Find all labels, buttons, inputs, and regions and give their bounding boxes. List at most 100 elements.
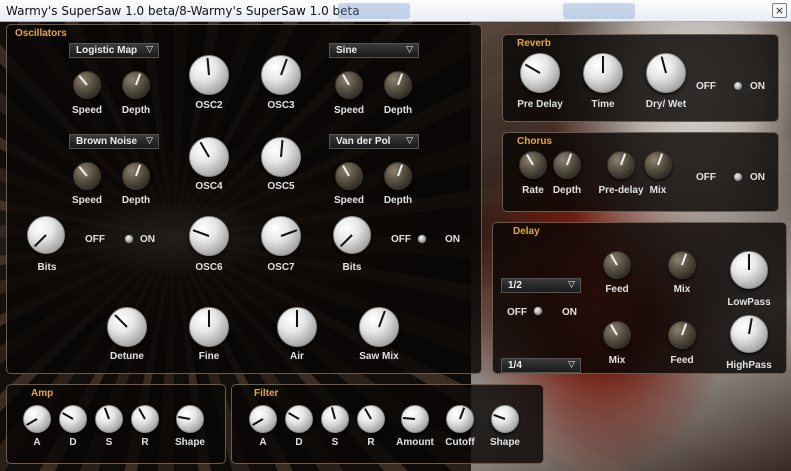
chevron-down-icon: ▽ — [406, 136, 413, 146]
mod2-speed-knob[interactable] — [335, 71, 363, 99]
mod1-speed-knob[interactable] — [73, 71, 101, 99]
filter-amount-knob[interactable] — [401, 405, 429, 433]
chorus-depth-knob[interactable] — [553, 151, 581, 179]
amp-a-knob[interactable] — [23, 405, 51, 433]
mod3-speed-knob[interactable] — [73, 162, 101, 190]
reverb-off-label: OFF — [696, 81, 716, 92]
delay-switch-led[interactable] — [533, 306, 543, 316]
osc4-label: OSC4 — [195, 181, 223, 192]
osc-switch-left-off-label: OFF — [85, 234, 105, 245]
reverb-pre-delay-knob[interactable] — [520, 53, 560, 93]
amp-panel: Amp A D S R Shape — [6, 384, 226, 464]
mod4-dropdown[interactable]: Van der Pol ▽ — [329, 134, 419, 149]
mod3-dropdown-value: Brown Noise — [76, 136, 138, 147]
reverb-title: Reverb — [517, 38, 551, 49]
delay-lowpass-knob[interactable] — [730, 251, 768, 289]
filter-cutoff-knob[interactable] — [446, 405, 474, 433]
mod2-dropdown[interactable]: Sine ▽ — [329, 43, 419, 58]
filter-title: Filter — [254, 388, 279, 399]
close-icon[interactable]: × — [772, 3, 787, 18]
delay-highpass-label: HighPass — [726, 360, 772, 371]
oscillators-title: Oscillators — [15, 28, 67, 39]
chorus-panel: Chorus Rate Depth Pre-delay Mix OFF ON — [502, 132, 779, 212]
osc-switch-left-led[interactable] — [124, 234, 134, 244]
reverb-on-label: ON — [750, 81, 765, 92]
mod3-dropdown[interactable]: Brown Noise ▽ — [69, 134, 159, 149]
chorus-mix-knob[interactable] — [644, 151, 672, 179]
filter-shape-label: Shape — [489, 437, 520, 448]
reverb-dry-wet-knob[interactable] — [646, 53, 686, 93]
chorus-pre-delay-knob[interactable] — [607, 151, 635, 179]
bits-right-knob[interactable] — [333, 216, 371, 254]
chevron-down-icon: ▽ — [568, 280, 575, 290]
filter-d-knob[interactable] — [285, 405, 313, 433]
reverb-switch-led[interactable] — [733, 81, 743, 91]
mod1-depth-knob[interactable] — [122, 71, 150, 99]
mod2-depth-knob[interactable] — [384, 71, 412, 99]
delay-time2-value: 1/4 — [508, 360, 522, 371]
reverb-panel: Reverb Pre Delay Time Dry/ Wet OFF ON — [502, 34, 779, 122]
osc-switch-right-on-label: ON — [445, 234, 460, 245]
delay-title: Delay — [513, 226, 540, 237]
delay-mix1-label: Mix — [673, 284, 691, 295]
amp-shape-label: Shape — [174, 437, 205, 448]
delay-time1-dropdown[interactable]: 1/2 ▽ — [501, 278, 581, 293]
filter-panel: Filter A D S R Amount Cutoff Shape — [231, 384, 544, 464]
amp-s-knob[interactable] — [95, 405, 123, 433]
osc5-knob[interactable] — [261, 137, 301, 177]
amp-d-knob[interactable] — [59, 405, 87, 433]
chevron-down-icon: ▽ — [146, 45, 153, 55]
delay-mix2-knob[interactable] — [603, 321, 631, 349]
mod4-speed-knob[interactable] — [335, 162, 363, 190]
osc2-knob[interactable] — [189, 55, 229, 95]
filter-shape-knob[interactable] — [491, 405, 519, 433]
filter-a-knob[interactable] — [249, 405, 277, 433]
fine-label: Fine — [198, 351, 220, 362]
osc5-label: OSC5 — [267, 181, 295, 192]
mod4-depth-knob[interactable] — [384, 162, 412, 190]
amp-shape-knob[interactable] — [176, 405, 204, 433]
delay-highpass-knob[interactable] — [730, 315, 768, 353]
filter-s-knob[interactable] — [321, 405, 349, 433]
chorus-rate-knob[interactable] — [519, 151, 547, 179]
osc-switch-left-on-label: ON — [140, 234, 155, 245]
chorus-mix-label: Mix — [649, 185, 667, 196]
osc-switch-right-off-label: OFF — [391, 234, 411, 245]
mod3-depth-label: Depth — [121, 195, 151, 206]
osc6-label: OSC6 — [195, 262, 223, 273]
osc6-knob[interactable] — [189, 216, 229, 256]
delay-lowpass-label: LowPass — [727, 297, 771, 308]
osc3-knob[interactable] — [261, 55, 301, 95]
saw-mix-knob[interactable] — [359, 307, 399, 347]
bits-left-label: Bits — [37, 262, 57, 273]
osc7-label: OSC7 — [267, 262, 295, 273]
delay-feed2-knob[interactable] — [668, 321, 696, 349]
delay-mix1-knob[interactable] — [668, 251, 696, 279]
background-tab — [563, 3, 635, 19]
oscillators-panel: Oscillators Logistic Map ▽ Sine ▽ Brown No… — [6, 24, 482, 374]
window-title: Warmy's SuperSaw 1.0 beta/8-Warmy's Supe… — [6, 4, 360, 18]
amp-r-knob[interactable] — [131, 405, 159, 433]
fine-knob[interactable] — [189, 307, 229, 347]
mod1-dropdown-value: Logistic Map — [76, 45, 138, 56]
chorus-switch-led[interactable] — [733, 172, 743, 182]
air-knob[interactable] — [277, 307, 317, 347]
reverb-time-knob[interactable] — [583, 53, 623, 93]
chorus-title: Chorus — [517, 136, 552, 147]
mod1-dropdown[interactable]: Logistic Map ▽ — [69, 43, 159, 58]
bits-left-knob[interactable] — [27, 216, 65, 254]
osc7-knob[interactable] — [261, 216, 301, 256]
delay-feed1-knob[interactable] — [603, 251, 631, 279]
bits-right-label: Bits — [342, 262, 362, 273]
delay-time2-dropdown[interactable]: 1/4 ▽ — [501, 358, 581, 373]
osc-switch-right-led[interactable] — [417, 234, 427, 244]
delay-on-label: ON — [562, 307, 577, 318]
reverb-dry-wet-label: Dry/ Wet — [645, 99, 687, 110]
filter-r-knob[interactable] — [357, 405, 385, 433]
osc4-knob[interactable] — [189, 137, 229, 177]
chorus-off-label: OFF — [696, 172, 716, 183]
detune-knob[interactable] — [107, 307, 147, 347]
delay-panel: Delay 1/2 ▽ OFF ON 1/4 ▽ Feed Mix LowPass … — [492, 222, 787, 374]
chevron-down-icon: ▽ — [146, 136, 153, 146]
mod3-depth-knob[interactable] — [122, 162, 150, 190]
